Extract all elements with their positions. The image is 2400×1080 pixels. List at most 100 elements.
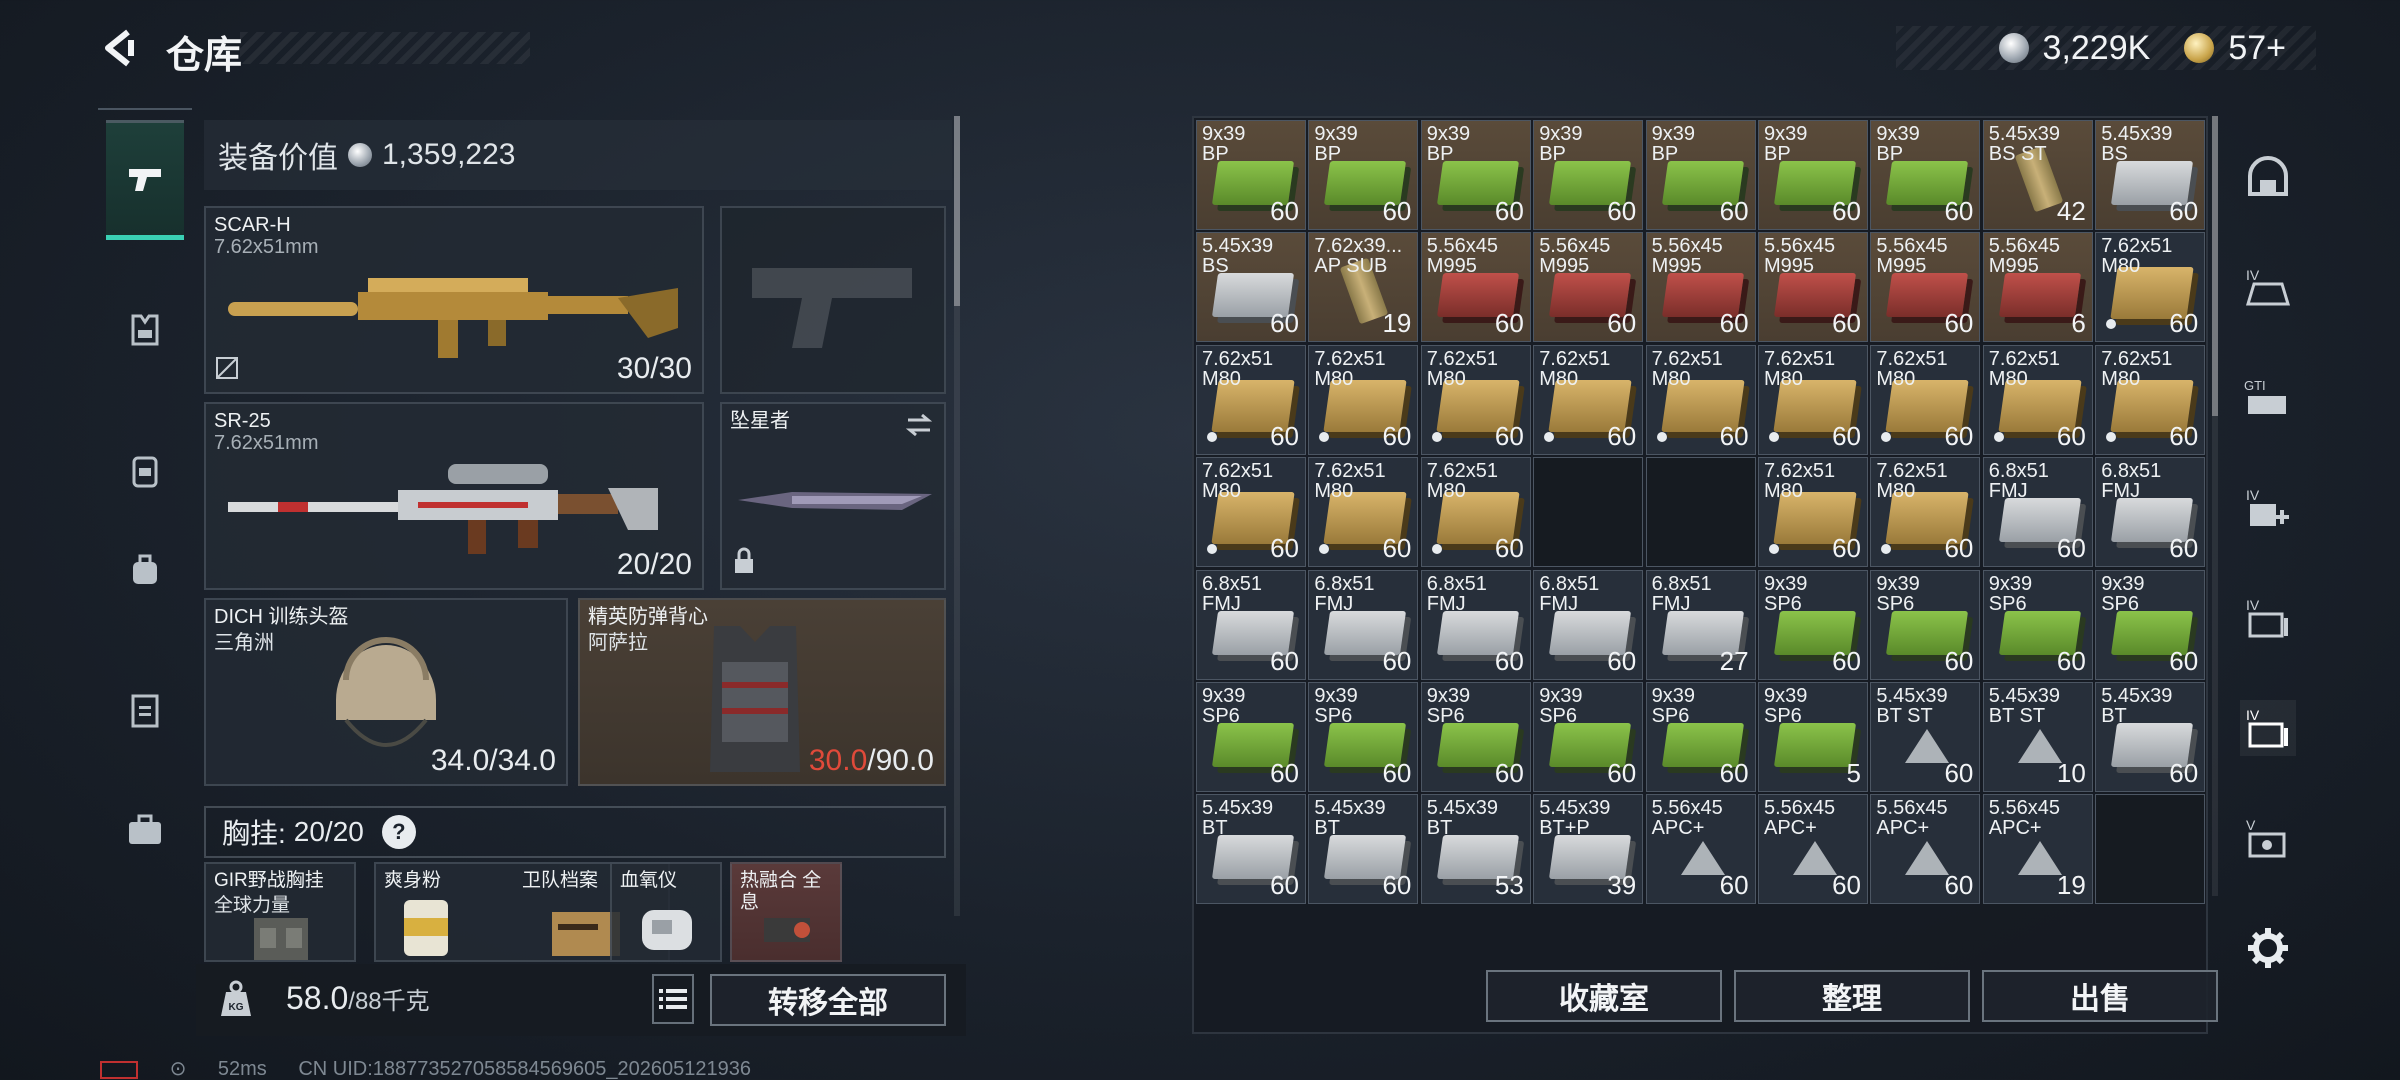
ammo-item[interactable]: 9x39 SP6 60 (2095, 569, 2206, 680)
gold-currency-value[interactable]: 57+ (2228, 29, 2286, 68)
rail-storage-5[interactable]: V (2240, 810, 2296, 866)
ammo-item[interactable]: 9x39 SP6 60 (1870, 569, 1981, 680)
rig-item-name[interactable]: 爽身粉 (384, 870, 441, 892)
rail-storage-4[interactable]: IV (2240, 260, 2296, 316)
ammo-item[interactable]: 9x39 BP 60 (1758, 120, 1868, 230)
ammo-item[interactable]: 9x39 SP6 5 (1758, 682, 1868, 792)
rail-warehouse[interactable] (2240, 150, 2296, 206)
ammo-item[interactable]: 7.62x51 M80 60 (1533, 344, 1644, 455)
ammo-item[interactable]: 6.8x51 FMJ 60 (1308, 569, 1419, 680)
stash-cell-empty[interactable] (1645, 457, 1756, 568)
ammo-item[interactable]: 5.45x39 BS 60 (2095, 120, 2206, 230)
ammo-item[interactable]: 6.8x51 FMJ 60 (2095, 457, 2206, 568)
back-icon[interactable] (98, 26, 142, 70)
rig-item-slot[interactable]: 热融合 全息 (730, 862, 842, 962)
ammo-type: M80 (1764, 367, 1803, 390)
sell-button[interactable]: 出售 (1982, 970, 2218, 1022)
rig-item-slot[interactable]: GIR野战胸挂 全球力量 (204, 862, 356, 962)
ammo-item[interactable]: 7.62x51 M80 60 (1196, 344, 1306, 455)
secondary-weapon-slot[interactable]: SR-25 7.62x51mm 20/20 (204, 402, 704, 590)
primary-weapon-slot[interactable]: SCAR-H 7.62x51mm 30/30 (204, 206, 704, 394)
ammo-item[interactable]: 5.56x45 M995 60 (1645, 232, 1756, 343)
ammo-item[interactable]: 5.45x39 BT+P 39 (1533, 794, 1644, 905)
nav-clipboard[interactable] (106, 650, 184, 770)
ammo-item[interactable]: 5.56x45 M995 60 (1420, 232, 1531, 343)
ammo-item[interactable]: 9x39 BP 60 (1533, 120, 1644, 230)
ammo-item[interactable]: 7.62x51 M80 60 (1420, 457, 1531, 568)
rail-storage-gti[interactable]: GTI (2240, 370, 2296, 426)
nav-armor[interactable] (106, 270, 184, 390)
ammo-item[interactable]: 5.56x45 APC+ 60 (1645, 794, 1756, 905)
ammo-item[interactable]: 5.45x39 BS 60 (1196, 232, 1306, 343)
ammo-item[interactable]: 9x39 BP 60 (1645, 120, 1756, 230)
ammo-item[interactable]: 7.62x51 M80 60 (1308, 457, 1419, 568)
rig-item-slot[interactable]: 血氧仪 (610, 862, 722, 962)
ammo-item[interactable]: 9x39 SP6 60 (1982, 569, 2093, 680)
ammo-item[interactable]: 5.56x45 APC+ 60 (1870, 794, 1981, 905)
ammo-item[interactable]: 6.8x51 FMJ 60 (1196, 569, 1306, 680)
ammo-item[interactable]: 5.45x39 BT ST 10 (1982, 682, 2093, 792)
ammo-item[interactable]: 9x39 SP6 60 (1533, 682, 1644, 792)
list-view-button[interactable] (652, 974, 694, 1024)
ammo-item[interactable]: 5.45x39 BT 60 (1308, 794, 1419, 905)
ammo-item[interactable]: 7.62x51 M80 60 (1758, 344, 1868, 455)
swap-icon[interactable] (904, 412, 934, 443)
nav-weapons[interactable] (106, 120, 184, 240)
ammo-item[interactable]: 7.62x51 M80 60 (1870, 344, 1981, 455)
stash-cell-empty[interactable] (2095, 794, 2206, 905)
ammo-item[interactable]: 5.45x39 BT 60 (2095, 682, 2206, 792)
ammo-type: M80 (1651, 367, 1691, 390)
ammo-item[interactable]: 7.62x51 M80 60 (1420, 344, 1531, 455)
rail-storage-files[interactable]: IV (2240, 590, 2296, 646)
ammo-item[interactable]: 5.56x45 M995 6 (1982, 232, 2093, 343)
ammo-item[interactable]: 5.45x39 BT 60 (1196, 794, 1306, 905)
ammo-item[interactable]: 7.62x51 M80 60 (2095, 232, 2206, 343)
stash-cell-empty[interactable] (1533, 457, 1644, 568)
pistol-slot-empty[interactable] (720, 206, 946, 394)
ammo-item[interactable]: 5.45x39 BT 53 (1420, 794, 1531, 905)
ammo-item[interactable]: 5.45x39 BS ST 42 (1982, 120, 2093, 230)
ammo-item[interactable]: 5.56x45 M995 60 (1533, 232, 1644, 343)
ammo-item[interactable]: 7.62x51 M80 60 (1758, 457, 1868, 568)
ammo-item[interactable]: 9x39 BP 60 (1870, 120, 1981, 230)
settings-button[interactable] (2240, 920, 2296, 976)
melee-slot[interactable]: 坠星者 (720, 402, 946, 590)
transfer-all-button[interactable]: 转移全部 (710, 974, 946, 1026)
ammo-item[interactable]: 9x39 BP 60 (1308, 120, 1419, 230)
ammo-item[interactable]: 7.62x51 M80 60 (1982, 344, 2093, 455)
ammo-item[interactable]: 6.8x51 FMJ 27 (1645, 569, 1756, 680)
rail-storage-ammo[interactable]: IV (2240, 700, 2296, 756)
ammo-item[interactable]: 5.45x39 BT ST 60 (1870, 682, 1981, 792)
help-icon[interactable]: ? (381, 815, 416, 849)
rail-storage-medical[interactable]: IV (2240, 480, 2296, 536)
ammo-item[interactable]: 9x39 SP6 60 (1758, 569, 1868, 680)
nav-case[interactable] (106, 770, 184, 890)
ammo-item[interactable]: 5.56x45 M995 60 (1758, 232, 1868, 343)
ammo-item[interactable]: 7.62x51 M80 60 (1196, 457, 1306, 568)
ammo-item[interactable]: 9x39 BP 60 (1196, 120, 1306, 230)
ammo-item[interactable]: 5.56x45 APC+ 19 (1982, 794, 2093, 905)
ammo-item[interactable]: 5.56x45 M995 60 (1870, 232, 1981, 343)
ammo-item[interactable]: 7.62x39... AP SUB 19 (1308, 232, 1419, 343)
loadout-scroll-thumb[interactable] (954, 116, 960, 306)
ammo-item[interactable]: 7.62x51 M80 60 (2095, 344, 2206, 455)
stash-scroll-thumb[interactable] (2212, 116, 2218, 416)
ammo-item[interactable]: 7.62x51 M80 60 (1308, 344, 1419, 455)
ammo-item[interactable]: 6.8x51 FMJ 60 (1982, 457, 2093, 568)
ammo-item[interactable]: 6.8x51 FMJ 60 (1420, 569, 1531, 680)
ammo-item[interactable]: 7.62x51 M80 60 (1870, 457, 1981, 568)
ammo-item[interactable]: 9x39 SP6 60 (1308, 682, 1419, 792)
ammo-item[interactable]: 6.8x51 FMJ 60 (1533, 569, 1644, 680)
helmet-slot[interactable]: DICH 训练头盔 三角洲 34.0/34.0 (204, 598, 568, 786)
collection-room-button[interactable]: 收藏室 (1486, 970, 1722, 1022)
ammo-item[interactable]: 9x39 SP6 60 (1196, 682, 1306, 792)
rig-item-name[interactable]: 卫队档案 (522, 870, 598, 892)
ammo-item[interactable]: 9x39 BP 60 (1420, 120, 1531, 230)
ammo-item[interactable]: 9x39 SP6 60 (1420, 682, 1531, 792)
ammo-item[interactable]: 9x39 SP6 60 (1645, 682, 1756, 792)
ammo-item[interactable]: 7.62x51 M80 60 (1645, 344, 1756, 455)
organize-button[interactable]: 整理 (1734, 970, 1970, 1022)
armor-slot[interactable]: 精英防弹背心 阿萨拉 30.0/90.0 (578, 598, 946, 786)
nav-pouch[interactable] (106, 510, 184, 630)
ammo-item[interactable]: 5.56x45 APC+ 60 (1758, 794, 1868, 905)
